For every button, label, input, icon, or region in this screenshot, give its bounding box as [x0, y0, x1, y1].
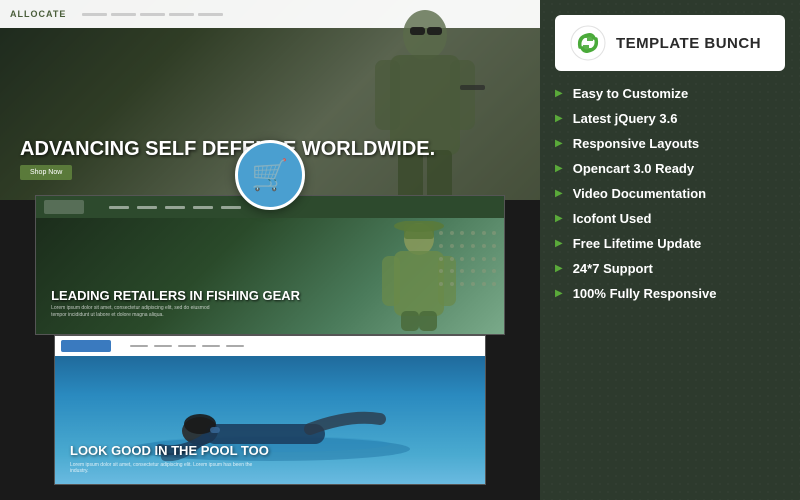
military-figure	[360, 5, 490, 200]
brand-name: TEMPLATE BUNCH	[616, 35, 761, 52]
feature-label-video: Video Documentation	[573, 186, 706, 201]
mid-nav-3	[165, 206, 185, 209]
mid-nav-5	[221, 206, 241, 209]
arrow-icon-fully-responsive: ▶	[555, 288, 563, 299]
top-logo: ALLOCATE	[10, 9, 66, 19]
feature-item-opencart: ▶ Opencart 3.0 Ready	[555, 161, 785, 176]
feature-item-responsive: ▶ Responsive Layouts	[555, 136, 785, 151]
top-nav	[82, 13, 223, 16]
feature-item-video: ▶ Video Documentation	[555, 186, 785, 201]
feature-label-icofont: Icofont Used	[573, 211, 652, 226]
bot-nav-1	[130, 345, 148, 347]
arrow-icon-opencart: ▶	[555, 163, 563, 174]
bot-logo	[61, 340, 111, 352]
arrow-icon-video: ▶	[555, 188, 563, 199]
nav-item-5	[198, 13, 223, 16]
bot-nav	[130, 345, 244, 347]
arrow-icon-jquery: ▶	[555, 113, 563, 124]
feature-label-lifetime: Free Lifetime Update	[573, 236, 702, 251]
nav-item-4	[169, 13, 194, 16]
right-panel: TEMPLATE BUNCH ▶ Easy to Customize ▶ Lat…	[540, 0, 800, 500]
bot-nav-5	[226, 345, 244, 347]
top-hero-btn[interactable]: Shop Now	[20, 165, 72, 180]
nav-item-1	[82, 13, 107, 16]
feature-label-fully-responsive: 100% Fully Responsive	[573, 286, 717, 301]
mid-nav-4	[193, 206, 213, 209]
features-list: ▶ Easy to Customize ▶ Latest jQuery 3.6 …	[555, 86, 785, 301]
mid-sub-text: Lorem ipsum dolor sit amet, consectetur …	[51, 305, 211, 319]
feature-label-responsive: Responsive Layouts	[573, 136, 699, 151]
nav-item-2	[111, 13, 136, 16]
feature-label-opencart: Opencart 3.0 Ready	[573, 161, 694, 176]
mid-hero-text: LEADING RETAILERS IN FISHING GEAR	[51, 288, 300, 304]
cart-circle[interactable]: 🛒	[235, 140, 305, 210]
brand-area: TEMPLATE BUNCH	[555, 15, 785, 71]
cart-icon: 🛒	[251, 158, 288, 193]
bot-hero-text: LOOK GOOD IN THE POOL TOO	[70, 443, 269, 459]
nav-item-3	[140, 13, 165, 16]
arrow-icon-icofont: ▶	[555, 213, 563, 224]
arrow-icon-support: ▶	[555, 263, 563, 274]
mid-nav-2	[137, 206, 157, 209]
mid-nav	[109, 206, 241, 209]
feature-item-icofont: ▶ Icofont Used	[555, 211, 785, 226]
bot-sub-text: Lorem ipsum dolor sit amet, consectetur …	[70, 462, 270, 474]
mid-nav-1	[109, 206, 129, 209]
mid-logo	[44, 200, 84, 214]
tb-logo-icon	[570, 25, 606, 61]
arrow-icon-customize: ▶	[555, 88, 563, 99]
top-hero-text: ADVANCING SELF DEFENSE WORLDWIDE.	[20, 138, 435, 160]
military-svg	[360, 5, 490, 200]
feature-label-jquery: Latest jQuery 3.6	[573, 111, 678, 126]
feature-label-customize: Easy to Customize	[573, 86, 689, 101]
feature-label-support: 24*7 Support	[573, 261, 653, 276]
feature-item-support: ▶ 24*7 Support	[555, 261, 785, 276]
left-panel: ALLOCATE	[0, 0, 540, 500]
feature-item-customize: ▶ Easy to Customize	[555, 86, 785, 101]
bot-header	[55, 336, 485, 356]
dot-pattern	[439, 231, 499, 291]
bot-nav-2	[154, 345, 172, 347]
arrow-icon-lifetime: ▶	[555, 238, 563, 249]
bot-nav-3	[178, 345, 196, 347]
preview-mid: LEADING RETAILERS IN FISHING GEAR Lorem …	[35, 195, 505, 335]
feature-item-lifetime: ▶ Free Lifetime Update	[555, 236, 785, 251]
bot-nav-4	[202, 345, 220, 347]
arrow-icon-responsive: ▶	[555, 138, 563, 149]
feature-item-fully-responsive: ▶ 100% Fully Responsive	[555, 286, 785, 301]
preview-bot: LOOK GOOD IN THE POOL TOO Lorem ipsum do…	[54, 335, 486, 485]
feature-item-jquery: ▶ Latest jQuery 3.6	[555, 111, 785, 126]
